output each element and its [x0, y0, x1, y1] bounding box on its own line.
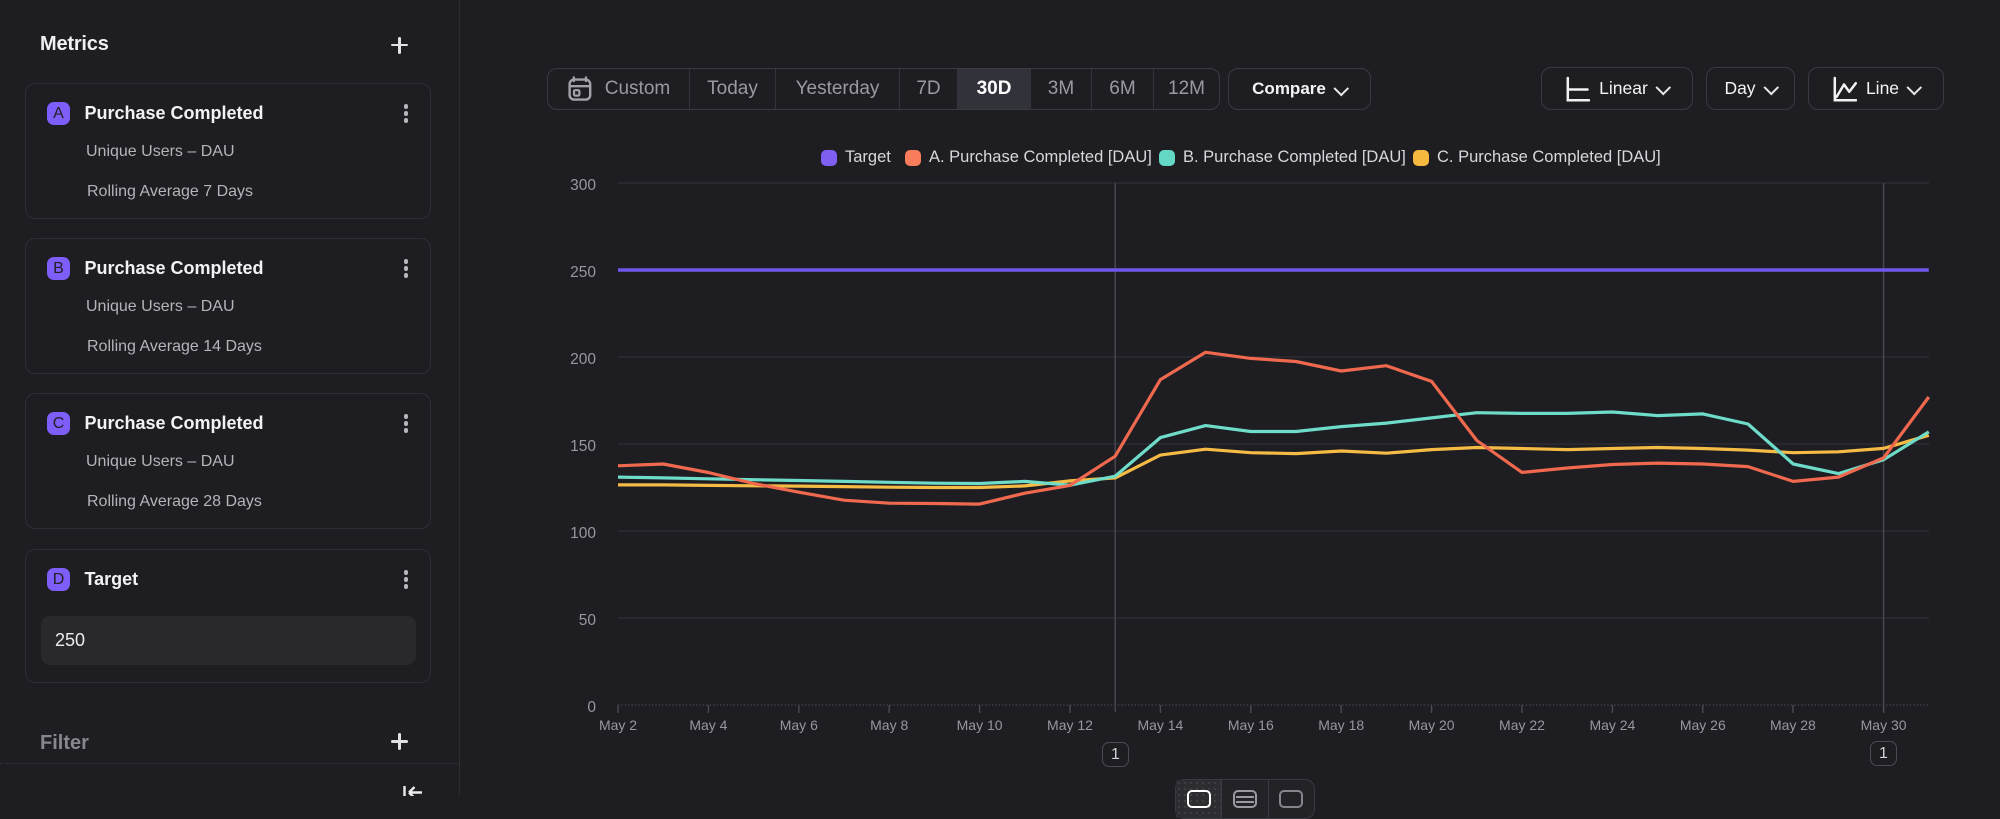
svg-text:May 14: May 14: [1137, 717, 1183, 733]
svg-text:250: 250: [570, 264, 596, 281]
svg-text:200: 200: [570, 351, 596, 368]
svg-text:May 18: May 18: [1318, 717, 1364, 733]
svg-text:May 22: May 22: [1499, 717, 1545, 733]
svg-text:May 12: May 12: [1047, 717, 1093, 733]
svg-text:May 30: May 30: [1861, 717, 1907, 733]
svg-text:May 10: May 10: [957, 717, 1003, 733]
svg-text:May 20: May 20: [1409, 717, 1455, 733]
svg-text:0: 0: [587, 699, 596, 716]
svg-text:150: 150: [570, 438, 596, 455]
svg-text:100: 100: [570, 525, 596, 542]
svg-text:May 16: May 16: [1228, 717, 1274, 733]
svg-text:300: 300: [570, 177, 596, 194]
svg-text:May 6: May 6: [780, 717, 818, 733]
svg-text:May 4: May 4: [689, 717, 727, 733]
svg-text:May 2: May 2: [599, 717, 637, 733]
svg-text:May 28: May 28: [1770, 717, 1816, 733]
svg-text:May 8: May 8: [870, 717, 908, 733]
svg-text:50: 50: [579, 612, 597, 629]
svg-text:May 26: May 26: [1680, 717, 1726, 733]
svg-text:May 24: May 24: [1589, 717, 1635, 733]
